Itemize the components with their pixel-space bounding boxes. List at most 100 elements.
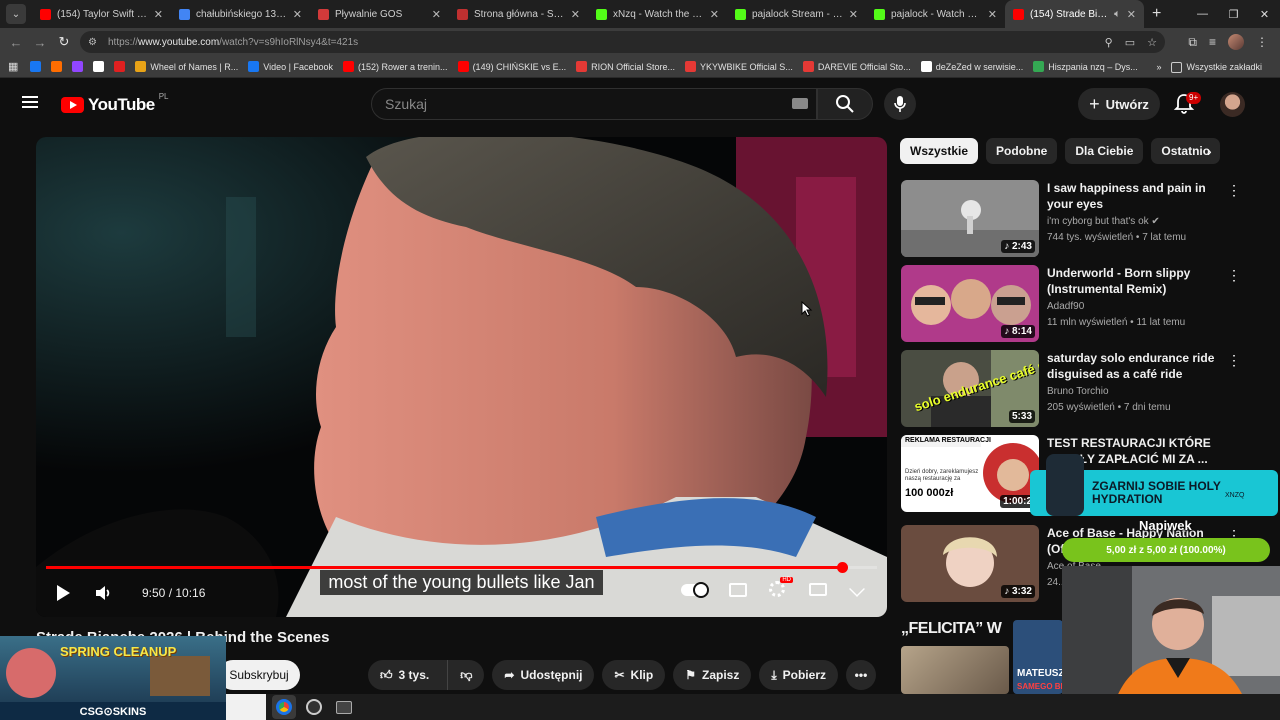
chrome-taskbar-icon[interactable] [272, 695, 296, 719]
back-button[interactable]: ← [4, 35, 28, 50]
play-icon[interactable] [54, 583, 72, 603]
more-bookmarks-icon[interactable]: » [1156, 62, 1161, 72]
fullscreen-icon[interactable] [849, 581, 867, 599]
filter-chip[interactable]: Podobne [986, 138, 1058, 164]
channel-name[interactable]: Adadf90 [1047, 301, 1084, 312]
mute-tab-icon[interactable]: 🔈︎ [1114, 8, 1121, 21]
close-window-button[interactable]: ✕ [1249, 0, 1280, 28]
search-input[interactable]: Szukaj [371, 88, 817, 120]
bookmark-item[interactable] [30, 61, 42, 72]
bookmark-item[interactable]: Hiszpania nzq – Dys... [1033, 61, 1138, 72]
more-options-icon[interactable]: ⋮ [1227, 267, 1241, 284]
recommendation-title[interactable]: Underworld - Born slippy (Instrumental R… [1047, 265, 1217, 297]
bookmark-item[interactable]: DAREVIE Official Sto... [802, 61, 911, 72]
more-options-icon[interactable]: ⋮ [1227, 352, 1241, 369]
close-tab-icon[interactable]: ✕ [571, 8, 580, 21]
menu-icon[interactable] [22, 96, 38, 108]
close-tab-icon[interactable]: ✕ [1127, 8, 1136, 21]
forward-button[interactable]: → [28, 35, 52, 50]
shorts-thumbnail-2[interactable]: MATEUSZ SAMEGO BI [1013, 620, 1063, 694]
profile-avatar[interactable] [1228, 34, 1244, 50]
progress-bar[interactable] [46, 562, 877, 573]
youtube-logo[interactable]: YouTube PL [61, 92, 169, 115]
search-button[interactable] [817, 88, 873, 120]
video-thumbnail[interactable]: ♪ 8:14 [901, 265, 1039, 342]
minimize-button[interactable]: — [1187, 0, 1218, 28]
settings-gear-icon[interactable]: HD [769, 577, 793, 599]
recommendation-item[interactable]: ♪ 2:43 I saw happiness and pain in your e… [901, 180, 1246, 258]
channel-name[interactable]: Bruno Torchio [1047, 386, 1109, 397]
filter-chip[interactable]: Dla Ciebie [1065, 138, 1144, 164]
maximize-button[interactable]: ❐ [1218, 0, 1249, 28]
share-button[interactable]: ➦ Udostępnij [492, 660, 595, 690]
close-tab-icon[interactable]: ✕ [849, 8, 858, 21]
recommendation-title[interactable]: I saw happiness and pain in your eyes [1047, 180, 1217, 212]
create-button[interactable]: + Utwórz [1078, 88, 1160, 120]
close-tab-icon[interactable]: ✕ [988, 8, 997, 21]
taskbar-blank[interactable] [226, 694, 266, 720]
save-button[interactable]: ⚑ Zapisz [673, 660, 752, 690]
voice-search-button[interactable] [884, 88, 916, 120]
video-thumbnail[interactable]: solo endurance café ride 5:33 [901, 350, 1039, 427]
browser-tab[interactable]: Strona główna - Szkoła P ✕ [449, 0, 588, 28]
clip-button[interactable]: ✂ Klip [602, 660, 666, 690]
bookmark-item[interactable]: RION Official Store... [576, 61, 675, 72]
recommendation-item[interactable]: solo endurance café ride 5:33 saturday sol… [901, 350, 1246, 428]
bookmark-item[interactable]: Video | Facebook [248, 61, 333, 72]
browser-tab[interactable]: (154) Strade Bianche 🔈︎ ✕ [1005, 0, 1144, 28]
bookmark-item[interactable]: Wheel of Names | R... [135, 61, 238, 72]
bookmark-item[interactable] [93, 61, 105, 72]
close-tab-icon[interactable]: ✕ [432, 8, 441, 21]
extensions-icon[interactable]: ⧉ [1188, 35, 1197, 50]
browser-tab[interactable]: chałubińskiego 13 - Szuk ✕ [171, 0, 310, 28]
video-thumbnail[interactable]: ♪ 3:32 [901, 525, 1039, 602]
close-tab-icon[interactable]: ✕ [710, 8, 719, 21]
keyboard-icon[interactable] [792, 98, 808, 109]
video-thumbnail[interactable]: REKLAMA RESTAURACJI Dzień dobry, zareklam… [901, 435, 1039, 512]
shorts-thumbnail[interactable] [901, 646, 1009, 694]
all-bookmarks-folder[interactable]: Wszystkie zakładki [1171, 61, 1262, 73]
bookmark-item[interactable]: (152) Rower a trenin... [343, 61, 448, 72]
browser-tab[interactable]: pajalock - Watch clips on ✕ [866, 0, 1005, 28]
subtitles-icon[interactable] [729, 581, 747, 599]
reload-button[interactable]: ↻ [52, 34, 76, 50]
more-actions-button[interactable]: ••• [845, 660, 876, 690]
cast-icon[interactable]: ▭ [1125, 36, 1135, 49]
bookmark-item[interactable]: deZeZed w serwisie... [920, 61, 1023, 72]
bookmark-item[interactable] [72, 61, 84, 72]
zoom-icon[interactable]: ⚲ [1105, 36, 1113, 49]
volume-icon[interactable] [94, 583, 114, 603]
browser-tab[interactable]: (154) Taylor Swift - Blank ✕ [32, 0, 171, 28]
like-button[interactable]: 👍︎ 3 tys. [368, 660, 441, 690]
site-info-icon[interactable]: ⚙ [88, 37, 102, 48]
dislike-button[interactable]: 👎︎ [447, 660, 484, 690]
more-options-icon[interactable]: ⋮ [1227, 182, 1241, 199]
video-player[interactable]: most of the young bullets like Jan 9:50 … [36, 137, 887, 617]
download-button[interactable]: ⤓ Pobierz [759, 660, 838, 690]
terminal-taskbar-icon[interactable] [332, 695, 356, 719]
recommendation-title[interactable]: saturday solo endurance ride disguised a… [1047, 350, 1217, 382]
autoplay-toggle-icon[interactable] [681, 581, 709, 599]
account-avatar[interactable] [1220, 92, 1245, 117]
recommendation-item[interactable]: ♪ 8:14 Underworld - Born slippy (Instrume… [901, 265, 1246, 343]
bookmark-star-icon[interactable]: ☆ [1147, 36, 1157, 49]
chevron-right-icon[interactable]: › [1207, 143, 1212, 159]
close-tab-icon[interactable]: ✕ [154, 8, 163, 21]
video-thumbnail[interactable]: ♪ 2:43 [901, 180, 1039, 257]
bookmark-item[interactable]: YKYWBIKE Official S... [684, 61, 793, 72]
browser-tab[interactable]: Pływalnie GOS ✕ [310, 0, 449, 28]
close-tab-icon[interactable]: ✕ [293, 8, 302, 21]
subscribe-button[interactable]: Subskrybuj [218, 660, 300, 690]
theater-mode-icon[interactable] [809, 581, 827, 599]
new-tab-button[interactable]: + [1152, 5, 1161, 23]
channel-name[interactable]: i'm cyborg but that's ok ✔ [1047, 216, 1160, 227]
bookmark-item[interactable] [51, 61, 63, 72]
filter-chip[interactable]: Wszystkie [900, 138, 979, 164]
media-control-icon[interactable]: ≡ [1209, 35, 1216, 49]
bookmark-item[interactable]: (149) CHIŃSKIE vs E... [457, 61, 566, 72]
browser-tab[interactable]: xNzq - Watch the VOD or ✕ [588, 0, 727, 28]
bookmark-item[interactable] [114, 61, 126, 72]
obs-taskbar-icon[interactable] [302, 695, 326, 719]
address-bar[interactable]: ⚙ https://www.youtube.com/watch?v=s9hIoR… [80, 31, 1165, 53]
tab-search-button[interactable]: ⌄ [6, 4, 26, 24]
